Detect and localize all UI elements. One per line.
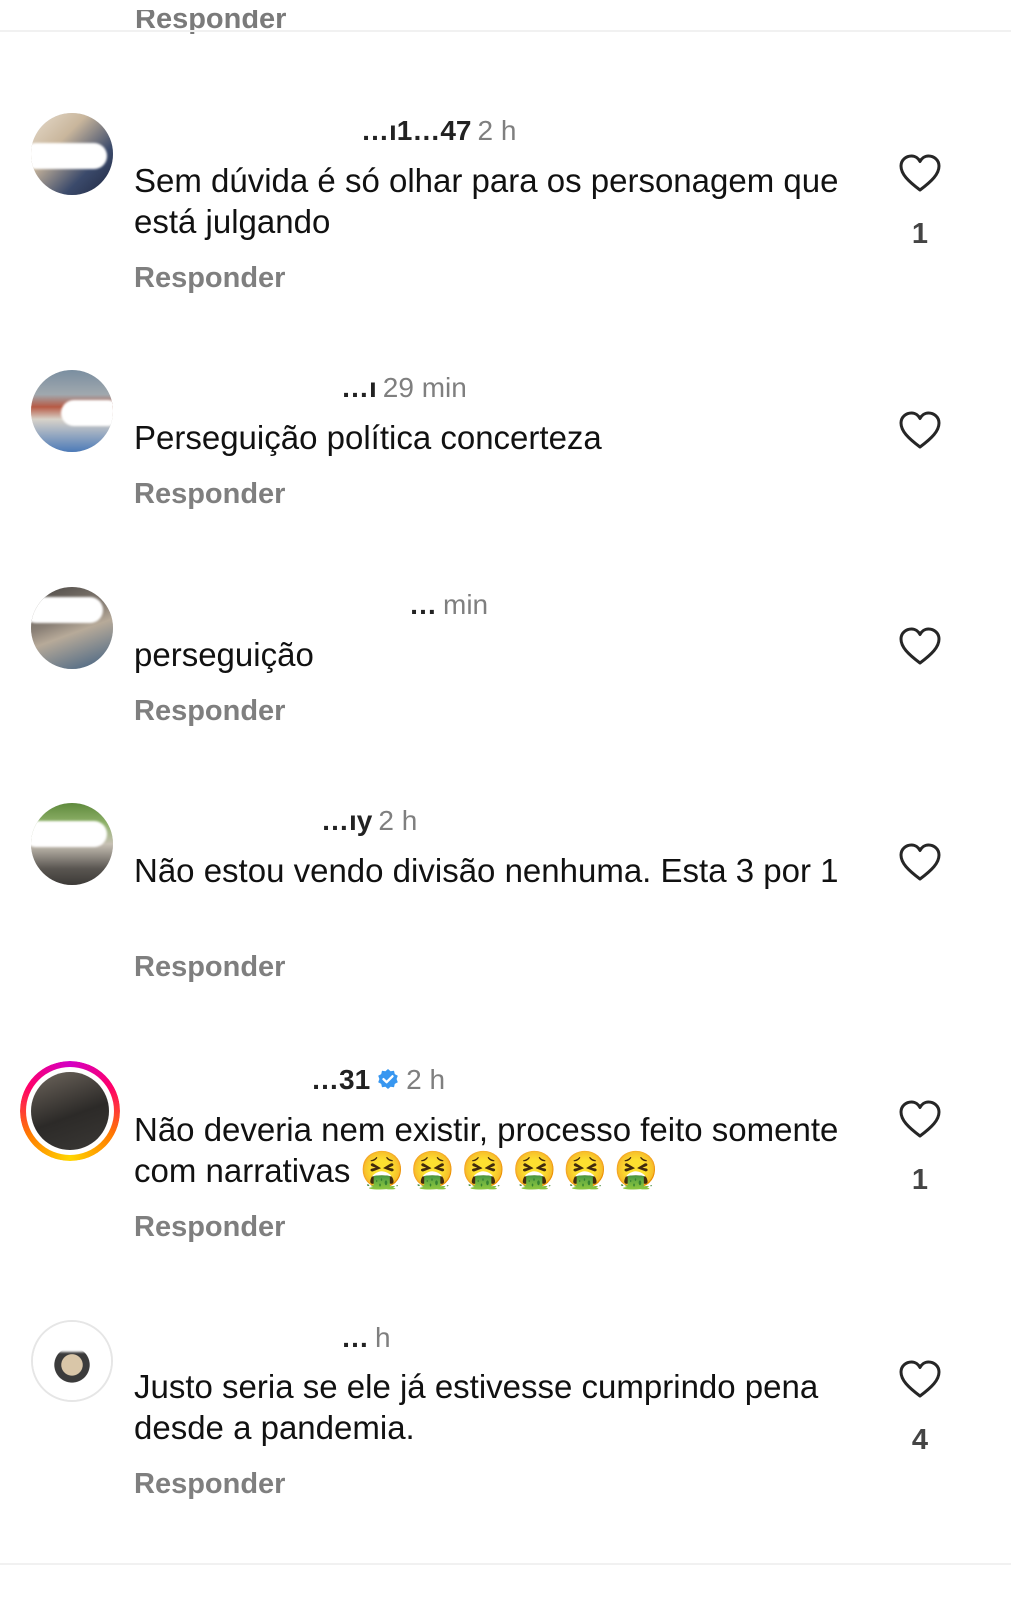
comment-meta: … min [135,588,488,622]
heart-icon[interactable] [898,1359,942,1399]
like-count: 1 [911,1164,929,1196]
comment-meta: … h [135,1321,391,1355]
username[interactable]: …ı1…47 [361,115,472,147]
comment-meta: …31 2 h [135,1063,445,1097]
comment-meta: …ı1…47 2 h [135,114,516,148]
reply-button[interactable]: Responder [134,262,285,295]
like-count: 1 [911,218,929,250]
reply-button[interactable]: Responder [134,695,285,728]
comment-meta: …ıy 2 h [135,804,417,838]
avatar[interactable] [31,370,113,452]
heart-icon[interactable] [898,410,942,450]
heart-icon[interactable] [898,1099,942,1139]
timestamp: 2 h [477,115,517,146]
heart-icon[interactable] [898,842,942,882]
top-reply-button[interactable]: Responder [135,10,286,36]
comment-meta: …ı 29 min [135,371,467,405]
story-avatar[interactable] [20,1061,120,1161]
like-count: 4 [911,1424,929,1456]
comment-text: Justo seria se ele já estivesse cumprind… [134,1368,819,1446]
timestamp: 2 h [378,805,418,836]
username[interactable]: …ıy [321,805,372,837]
verified-badge-icon [376,1068,400,1092]
avatar[interactable] [31,587,113,669]
comment-text: perseguição [134,636,314,673]
avatar[interactable] [31,1320,113,1402]
timestamp: 29 min [382,372,467,403]
reply-button[interactable]: Responder [134,1211,285,1244]
timestamp: 2 h [406,1064,446,1095]
timestamp: min [443,589,489,620]
avatar[interactable] [31,803,113,885]
heart-icon[interactable] [898,626,942,666]
top-divider [0,30,1011,32]
reply-button[interactable]: Responder [134,478,285,511]
username[interactable]: … [341,1322,369,1354]
comment-text: Sem dúvida é só olhar para os personagem… [134,162,839,240]
avatar[interactable] [31,113,113,195]
reply-button[interactable]: Responder [134,951,285,984]
nauseated-emoji-icon: 🤮🤮🤮🤮🤮🤮 [359,1150,665,1191]
comment-text: Não deveria nem existir, processo feito … [134,1109,854,1191]
comment-text: Perseguição política concerteza [134,419,602,456]
reply-button[interactable]: Responder [134,1468,285,1501]
timestamp: h [375,1322,391,1353]
username[interactable]: …31 [311,1064,370,1096]
username[interactable]: … [409,589,437,621]
comment-text: Não estou vendo divisão nenhuma. Esta 3 … [134,852,839,889]
heart-icon[interactable] [898,153,942,193]
bottom-divider [0,1563,1011,1565]
username[interactable]: …ı [341,372,377,404]
